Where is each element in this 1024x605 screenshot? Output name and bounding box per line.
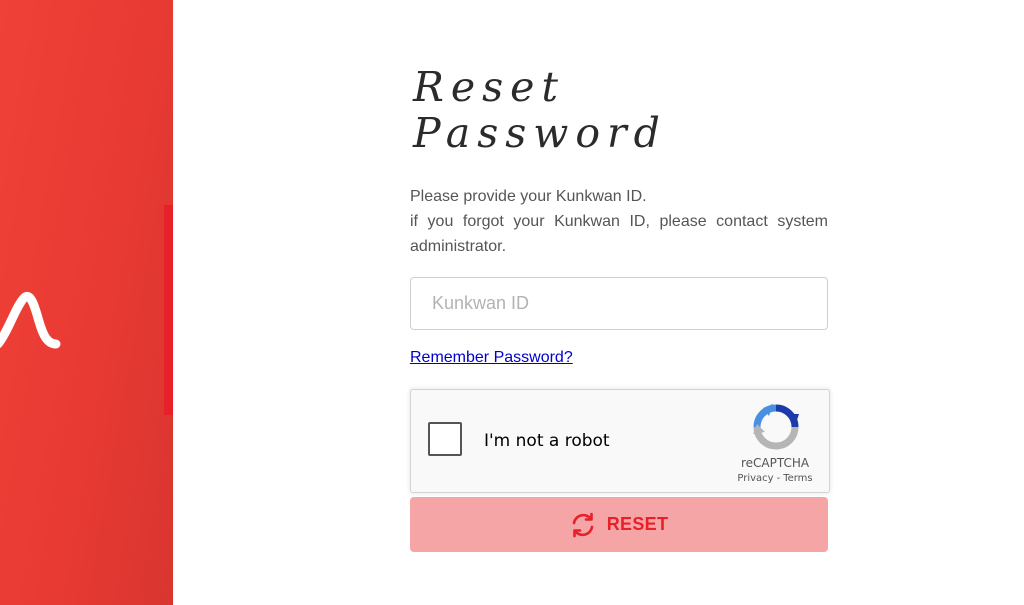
instructions-text: Please provide your Kunkwan ID. if you f… bbox=[410, 184, 828, 259]
refresh-icon bbox=[570, 512, 596, 538]
recaptcha-terms-link[interactable]: Terms bbox=[783, 473, 812, 484]
reset-button-label: RESET bbox=[606, 514, 669, 534]
page-title-line-1: Reset bbox=[413, 63, 565, 111]
brand-accent-bar bbox=[164, 205, 173, 415]
reset-button[interactable]: RESET bbox=[410, 497, 828, 552]
page-title: Reset Password bbox=[413, 64, 833, 156]
page-title-line-2: Password bbox=[413, 109, 667, 157]
recaptcha-links-separator: - bbox=[776, 473, 781, 484]
recaptcha-links: Privacy - Terms bbox=[729, 473, 821, 484]
brand-swoosh-logo bbox=[0, 292, 61, 349]
recaptcha-checkbox[interactable] bbox=[428, 422, 462, 456]
recaptcha-widget: I'm not a robot reCAPTCHA Privacy - Terms bbox=[410, 389, 830, 493]
recaptcha-logo bbox=[753, 404, 799, 450]
instructions-line-2: if you forgot your Kunkwan ID, please co… bbox=[410, 213, 828, 255]
reset-password-page: Reset Password Please provide your Kunkw… bbox=[0, 0, 1024, 605]
brand-panel bbox=[0, 0, 173, 605]
kunkwan-id-input[interactable] bbox=[410, 277, 828, 330]
recaptcha-checkbox-label: I'm not a robot bbox=[484, 431, 610, 451]
recaptcha-brand-text: reCAPTCHA bbox=[740, 456, 810, 470]
instructions-line-1: Please provide your Kunkwan ID. bbox=[410, 188, 647, 205]
recaptcha-privacy-link[interactable]: Privacy bbox=[737, 473, 773, 484]
remember-password-link[interactable]: Remember Password? bbox=[410, 349, 573, 367]
